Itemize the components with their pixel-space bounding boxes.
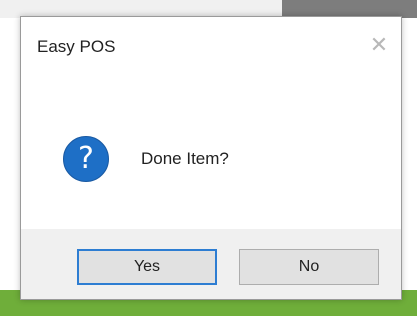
dialog-title: Easy POS (37, 37, 116, 56)
yes-button[interactable]: Yes (77, 249, 217, 285)
dialog-titlebar: Easy POS ✕ (21, 17, 401, 77)
no-button[interactable]: No (239, 249, 379, 285)
question-icon: ? (63, 136, 109, 182)
message-row: ? Done Item? (63, 135, 229, 183)
message-dialog: Easy POS ✕ ? Done Item? Yes No (20, 16, 402, 300)
dialog-message: Done Item? (141, 149, 229, 168)
question-mark-glyph: ? (78, 141, 94, 176)
dialog-button-bar: Yes No (21, 229, 401, 299)
close-icon[interactable]: ✕ (367, 33, 391, 57)
